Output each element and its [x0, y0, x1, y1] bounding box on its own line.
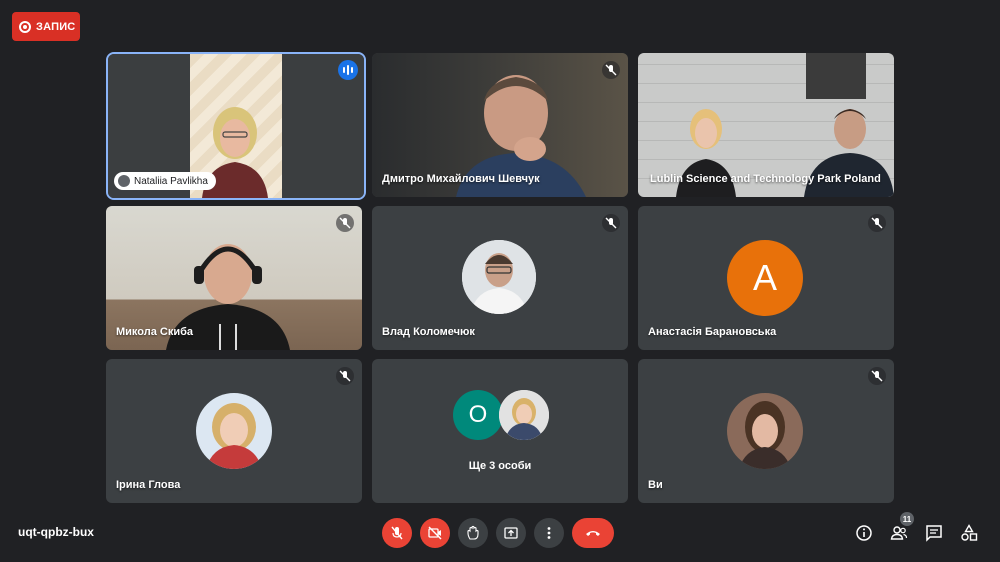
- participant-name: Lublin Science and Technology Park Polan…: [650, 173, 881, 185]
- present-button[interactable]: [496, 518, 526, 548]
- mic-off-icon: [602, 61, 620, 79]
- mic-off-icon: [868, 367, 886, 385]
- meeting-details-button[interactable]: [853, 522, 875, 544]
- participant-name: Nataliia Pavlikha: [134, 175, 208, 187]
- avatar-letter: A: [727, 240, 803, 316]
- name-chip: Nataliia Pavlikha: [114, 172, 216, 190]
- people-icon: [890, 526, 908, 540]
- participant-tile[interactable]: Дмитро Михайлович Шевчук: [372, 53, 628, 197]
- activities-icon: [961, 524, 978, 541]
- end-call-icon: [586, 531, 600, 536]
- mic-off-icon: [868, 214, 886, 232]
- participant-tile[interactable]: Nataliia Pavlikha: [106, 52, 366, 200]
- activities-button[interactable]: [958, 522, 980, 544]
- meeting-code: uqt-qpbz-bux: [18, 525, 94, 539]
- chat-icon: [926, 525, 942, 542]
- participant-tile[interactable]: Микола Скиба: [106, 206, 362, 350]
- recording-label: ЗАПИС: [36, 20, 76, 33]
- info-icon: [856, 525, 872, 541]
- avatar: [462, 240, 536, 314]
- avatar: [196, 393, 272, 469]
- hand-icon: [118, 175, 130, 187]
- raise-hand-icon: [467, 525, 479, 540]
- mic-off-icon: [336, 214, 354, 232]
- present-screen-icon: [504, 527, 518, 539]
- mic-toggle-button[interactable]: [382, 518, 412, 548]
- participant-name: Ви: [648, 479, 663, 491]
- participant-name: Ірина Глова: [116, 479, 181, 491]
- participant-name: Анастасія Барановська: [648, 326, 777, 338]
- chat-button[interactable]: [923, 522, 945, 544]
- self-tile[interactable]: Ви: [638, 359, 894, 503]
- participant-name: Дмитро Михайлович Шевчук: [382, 173, 540, 185]
- more-participants-tile[interactable]: O Ще 3 особи: [372, 359, 628, 503]
- record-icon: [19, 20, 31, 33]
- camera-off-icon: [428, 526, 442, 540]
- avatar-letter: O: [453, 390, 503, 440]
- raise-hand-button[interactable]: [458, 518, 488, 548]
- recording-indicator[interactable]: ЗАПИС: [12, 12, 80, 41]
- speaking-indicator-icon: [338, 60, 358, 80]
- mic-off-icon: [602, 214, 620, 232]
- more-participants-label: Ще 3 особи: [468, 460, 532, 472]
- leave-call-button[interactable]: [572, 518, 614, 548]
- participant-name: Микола Скиба: [116, 326, 194, 338]
- mic-off-icon: [391, 526, 403, 540]
- participant-count-badge: 11: [900, 512, 914, 526]
- participant-name: Влад Коломечюк: [382, 326, 475, 338]
- participant-tile[interactable]: Влад Коломечюк: [372, 206, 628, 350]
- mic-off-icon: [336, 367, 354, 385]
- meet-window: ЗАПИС Nataliia Pavlikha Дмитро Михайлови…: [0, 0, 1000, 562]
- more-options-button[interactable]: [534, 518, 564, 548]
- participant-tile[interactable]: Ірина Глова: [106, 359, 362, 503]
- camera-toggle-button[interactable]: [420, 518, 450, 548]
- participant-tile[interactable]: A Анастасія Барановська: [638, 206, 894, 350]
- participant-tile[interactable]: Lublin Science and Technology Park Polan…: [638, 53, 894, 197]
- avatar: [499, 390, 549, 440]
- avatar: [727, 393, 803, 469]
- more-options-icon: [547, 527, 551, 539]
